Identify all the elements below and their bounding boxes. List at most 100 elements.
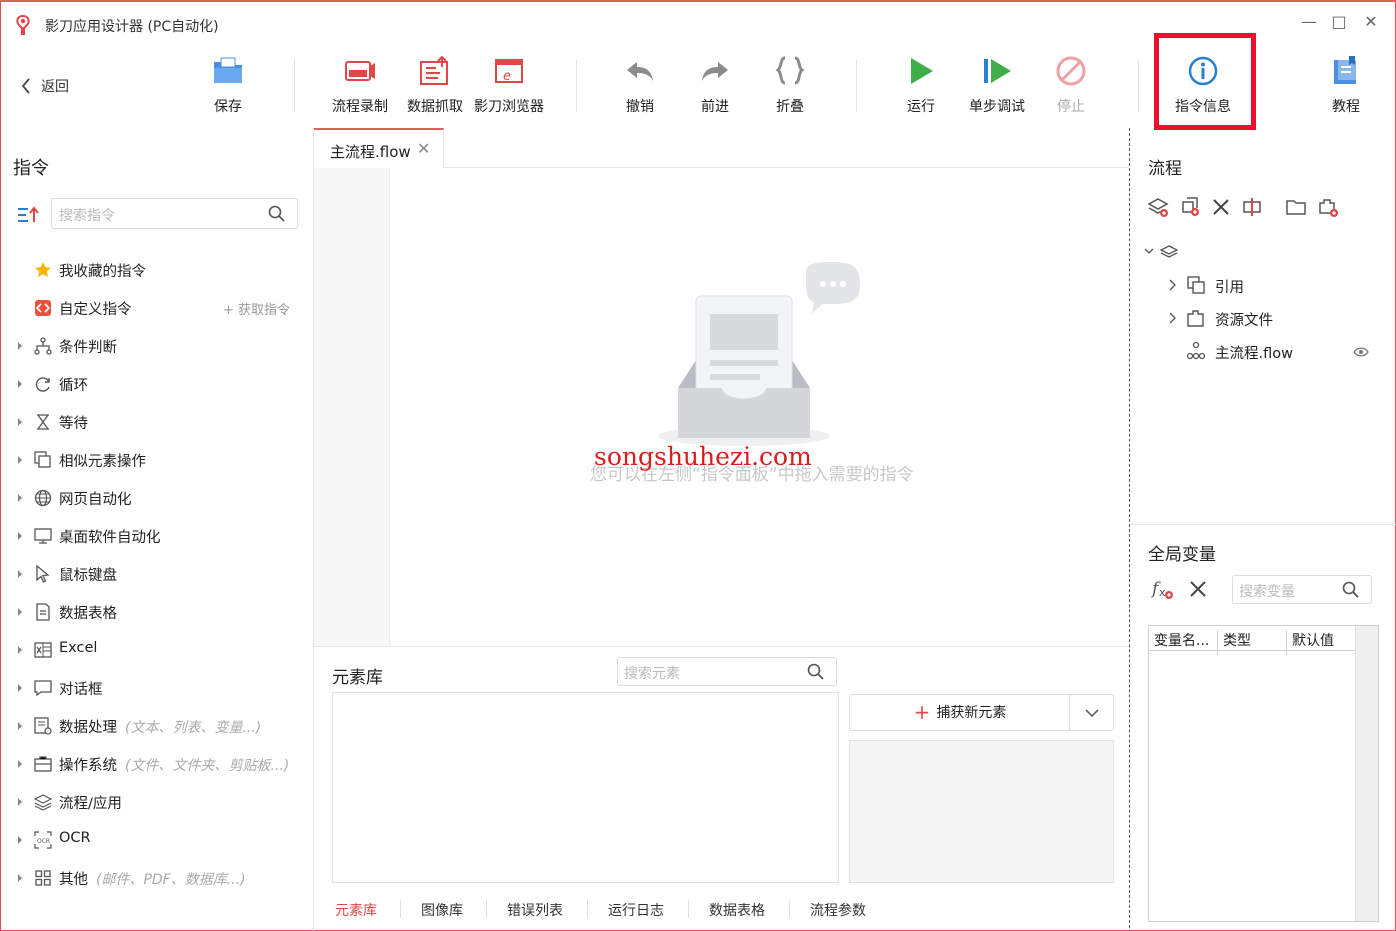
capture-main-button[interactable]: + 捕获新元素: [850, 695, 1070, 730]
column-type[interactable]: 类型: [1223, 630, 1251, 650]
column-default[interactable]: 默认值: [1292, 630, 1334, 650]
command-category[interactable]: 等待: [1, 407, 311, 437]
fold-button[interactable]: 折叠: [750, 54, 830, 116]
variables-table[interactable]: 变量名... 类型 默认值: [1148, 625, 1379, 922]
tab-flow-params[interactable]: 流程参数: [810, 900, 866, 920]
maximize-icon[interactable]: □: [1329, 12, 1349, 32]
chevron-right-icon[interactable]: [1168, 312, 1176, 324]
command-label: 等待: [59, 416, 88, 432]
chevron-right-icon[interactable]: [16, 720, 24, 732]
capture-element-button[interactable]: + 捕获新元素: [849, 694, 1114, 731]
folder-icon[interactable]: [1285, 196, 1307, 218]
add-variable-icon[interactable]: fx: [1151, 578, 1175, 600]
command-category[interactable]: OCR OCR: [1, 825, 311, 855]
chevron-right-icon[interactable]: [1168, 279, 1176, 291]
close-icon[interactable]: ✕: [1361, 12, 1381, 32]
tab-main-flow[interactable]: 主流程.flow ✕: [314, 128, 444, 168]
tab-run-log[interactable]: 运行日志: [608, 900, 664, 920]
command-category[interactable]: 相似元素操作: [1, 445, 311, 475]
element-search-placeholder: 搜索元素: [624, 666, 680, 682]
chevron-right-icon[interactable]: [16, 682, 24, 694]
record-button[interactable]: 流程录制: [320, 54, 400, 116]
element-list[interactable]: [332, 692, 839, 883]
column-divider: [1286, 630, 1287, 655]
command-category[interactable]: 其他 (邮件、PDF、数据库...): [1, 863, 311, 893]
rename-icon[interactable]: [1241, 196, 1263, 218]
tab-data-table[interactable]: 数据表格: [709, 900, 765, 920]
tab-divider: [587, 900, 588, 918]
chevron-right-icon[interactable]: [16, 606, 24, 618]
command-label: 桌面软件自动化: [59, 530, 161, 546]
command-search-input[interactable]: 搜索指令: [51, 198, 298, 229]
variables-scrollbar[interactable]: [1355, 626, 1378, 921]
tutorial-button[interactable]: 教程: [1306, 54, 1386, 116]
chevron-right-icon[interactable]: [16, 644, 24, 656]
chevron-right-icon[interactable]: [16, 492, 24, 504]
redo-button[interactable]: 前进: [675, 54, 755, 116]
variable-search-input[interactable]: 搜索变量: [1232, 575, 1372, 604]
element-search-input[interactable]: 搜索元素: [617, 657, 837, 686]
minimize-icon[interactable]: —: [1299, 12, 1319, 32]
chevron-right-icon[interactable]: [16, 416, 24, 428]
chevron-right-icon[interactable]: [16, 796, 24, 808]
stop-button[interactable]: 停止: [1031, 54, 1111, 116]
delete-icon[interactable]: [1211, 197, 1231, 217]
command-category[interactable]: 循环: [1, 369, 311, 399]
chevron-right-icon[interactable]: [16, 872, 24, 884]
step-debug-button[interactable]: 单步调试: [957, 54, 1037, 116]
search-icon[interactable]: [268, 205, 285, 222]
chevron-right-icon[interactable]: [16, 834, 24, 846]
get-commands-link[interactable]: + 获取指令: [223, 299, 290, 318]
command-category[interactable]: 自定义指令 + 获取指令: [1, 293, 311, 323]
tab-element-library[interactable]: 元素库: [335, 900, 377, 920]
delete-variable-icon[interactable]: [1189, 580, 1207, 598]
panel-splitter[interactable]: [1129, 128, 1130, 931]
tab-image-library[interactable]: 图像库: [421, 900, 463, 920]
tab-close-icon[interactable]: ✕: [417, 139, 430, 158]
add-layer-icon[interactable]: [1147, 196, 1169, 218]
fold-label: 折叠: [776, 99, 804, 115]
run-button[interactable]: 运行: [881, 54, 961, 116]
command-hint: (邮件、PDF、数据库...): [96, 872, 246, 888]
command-category[interactable]: 对话框: [1, 673, 311, 703]
command-category[interactable]: 鼠标键盘: [1, 559, 311, 589]
search-icon[interactable]: [807, 663, 824, 680]
capture-dropdown-button[interactable]: [1069, 695, 1113, 730]
chevron-right-icon[interactable]: [16, 454, 24, 466]
undo-button[interactable]: 撤销: [600, 54, 680, 116]
command-category[interactable]: 条件判断: [1, 331, 311, 361]
command-category[interactable]: Excel: [1, 635, 311, 665]
tree-root-toggle[interactable]: [1144, 244, 1178, 260]
command-category[interactable]: 流程/应用: [1, 787, 311, 817]
command-category-label: 等待: [59, 412, 88, 433]
save-button[interactable]: 保存: [188, 54, 268, 116]
command-hint: (文本、列表、变量...): [125, 720, 262, 736]
add-resource-icon[interactable]: [1317, 196, 1339, 218]
command-category[interactable]: 桌面软件自动化: [1, 521, 311, 551]
sort-icon[interactable]: [17, 206, 39, 224]
chevron-right-icon[interactable]: [16, 758, 24, 770]
command-label: 相似元素操作: [59, 454, 146, 470]
tree-item-resources[interactable]: 资源文件: [1215, 309, 1273, 330]
column-variable-name[interactable]: 变量名...: [1154, 630, 1209, 650]
command-category[interactable]: 数据处理 (文本、列表、变量...): [1, 711, 311, 741]
chevron-right-icon[interactable]: [16, 378, 24, 390]
tab-error-list[interactable]: 错误列表: [507, 900, 563, 920]
command-category[interactable]: 操作系统 (文件、文件夹、剪贴板...): [1, 749, 311, 779]
chevron-right-icon[interactable]: [16, 530, 24, 542]
command-category[interactable]: 网页自动化: [1, 483, 311, 513]
chevron-right-icon[interactable]: [16, 568, 24, 580]
command-category[interactable]: 数据表格: [1, 597, 311, 627]
braces-icon: [775, 56, 805, 85]
command-category[interactable]: 我收藏的指令: [1, 255, 311, 285]
scrape-button[interactable]: 数据抓取: [395, 54, 475, 116]
tree-item-reference[interactable]: 引用: [1215, 276, 1244, 297]
back-button[interactable]: 返回: [21, 76, 69, 96]
eye-icon[interactable]: [1353, 346, 1369, 358]
tree-item-main-flow[interactable]: 主流程.flow: [1215, 342, 1293, 363]
chevron-right-icon[interactable]: [16, 340, 24, 352]
puzzle-icon: [1187, 310, 1204, 327]
add-module-icon[interactable]: [1179, 196, 1201, 218]
search-icon[interactable]: [1342, 581, 1359, 598]
browser-button[interactable]: e 影刀浏览器: [469, 54, 549, 116]
